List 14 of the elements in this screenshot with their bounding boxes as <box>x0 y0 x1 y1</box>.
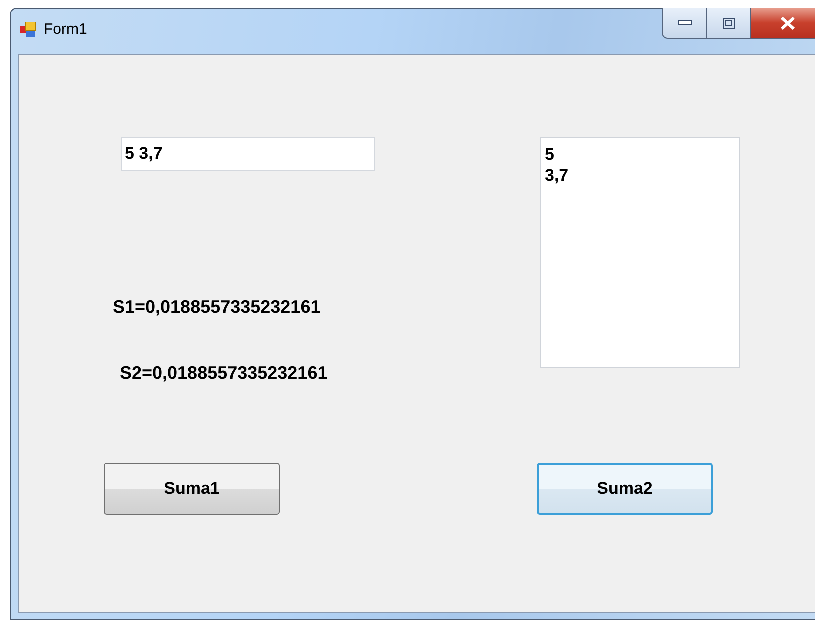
suma-button[interactable]: Suma2 <box>537 463 713 515</box>
window-title: Form1 <box>44 21 88 38</box>
input-field[interactable]: 5 3,7 <box>121 137 375 171</box>
text-area[interactable]: 5 3,7 <box>540 137 740 368</box>
minimize-button[interactable] <box>663 8 707 38</box>
close-icon <box>780 16 796 30</box>
app-icon <box>20 22 38 38</box>
close-button[interactable] <box>751 8 815 38</box>
maximize-icon <box>722 18 734 28</box>
result-label: S2=0,0188557335232161 <box>120 363 328 384</box>
minimize-icon <box>678 20 692 26</box>
maximize-button[interactable] <box>707 8 751 38</box>
suma-button[interactable]: Suma1 <box>104 463 280 515</box>
result-label: S1=0,0188557335232161 <box>113 297 321 318</box>
